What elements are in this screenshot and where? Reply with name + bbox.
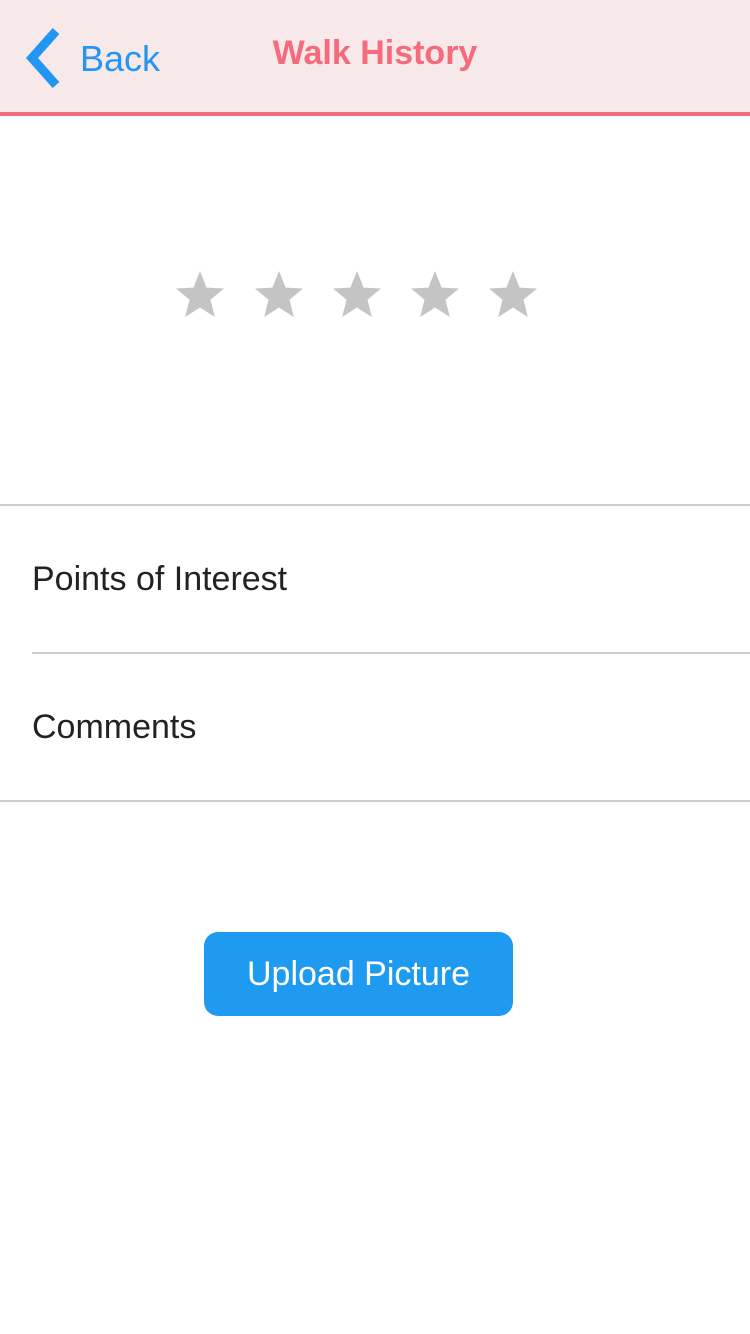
- star-2-icon[interactable]: [252, 268, 306, 322]
- star-1-icon[interactable]: [173, 268, 227, 322]
- list-item-points-of-interest[interactable]: Points of Interest: [0, 506, 750, 652]
- star-4-icon[interactable]: [408, 268, 462, 322]
- list-item-label: Points of Interest: [32, 560, 288, 598]
- star-rating[interactable]: [0, 268, 750, 328]
- list-bottom-divider: [0, 800, 750, 802]
- walk-history-screen: Back Walk History Points of Interest Com…: [0, 0, 750, 1334]
- upload-picture-button[interactable]: Upload Picture: [204, 932, 513, 1016]
- page-title: Walk History: [272, 34, 478, 72]
- list-item-comments[interactable]: Comments: [0, 654, 750, 800]
- star-5-icon[interactable]: [486, 268, 540, 322]
- list-item-label: Comments: [32, 708, 197, 746]
- nav-bar: Back Walk History: [0, 0, 750, 116]
- star-3-icon[interactable]: [330, 268, 384, 322]
